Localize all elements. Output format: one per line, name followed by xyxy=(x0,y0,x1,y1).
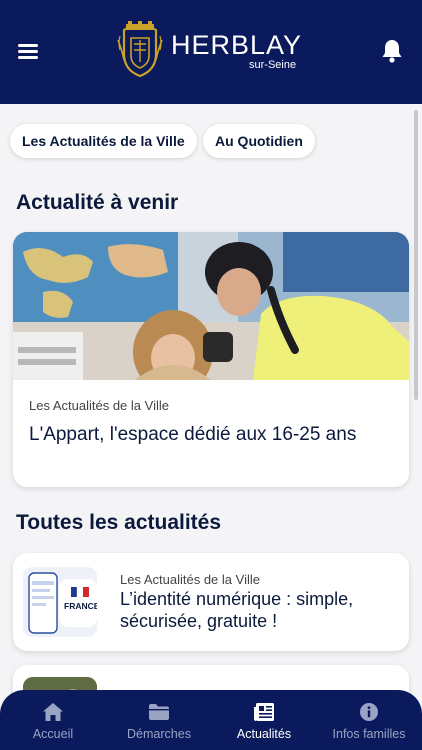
brand-name: HERBLAY xyxy=(171,30,303,60)
featured-news-card[interactable]: Les Actualités de la Ville L'Appart, l'e… xyxy=(13,232,409,487)
tab-label: Actualités xyxy=(236,727,292,741)
tab-demarches[interactable]: Démarches xyxy=(111,690,207,750)
news-title: L’identité numérique : simple, sécurisée… xyxy=(120,589,354,631)
tab-accueil[interactable]: Accueil xyxy=(14,690,92,750)
city-crest-logo xyxy=(117,21,163,78)
scrollbar[interactable] xyxy=(414,110,418,400)
city-logo[interactable]: HERBLAY sur-Seine xyxy=(116,16,316,80)
main-content[interactable]: Les Actualités de la Ville Au Quotidien … xyxy=(0,104,422,750)
tab-actualites[interactable]: Actualités xyxy=(222,690,306,750)
hamburger-menu-icon[interactable] xyxy=(18,42,40,60)
france-identite-thumbnail: FRANCE IDENTITÉ xyxy=(23,567,97,637)
news-category: Les Actualités de la Ville xyxy=(120,572,260,587)
news-thumbnail: FRANCE IDENTITÉ xyxy=(23,567,97,637)
brand-subtitle: sur-Seine xyxy=(249,59,297,71)
thumbnail-text: FRANCE IDENTITÉ xyxy=(64,601,97,611)
home-icon xyxy=(43,703,63,721)
chip-actualites-ville[interactable]: Les Actualités de la Ville xyxy=(10,124,197,158)
featured-news-image xyxy=(13,232,409,380)
section-title-all-news: Toutes les actualités xyxy=(16,511,222,534)
bell-icon[interactable] xyxy=(380,38,404,64)
chip-au-quotidien[interactable]: Au Quotidien xyxy=(203,124,315,158)
featured-news-title: L'Appart, l'espace dédié aux 16-25 ans xyxy=(29,424,357,445)
tab-label: Accueil xyxy=(32,727,74,741)
tab-label: Démarches xyxy=(127,727,191,741)
section-title-upcoming: Actualité à venir xyxy=(16,191,179,214)
bottom-tab-bar: Accueil Démarches Actualités Infos famil… xyxy=(0,690,422,750)
newspaper-icon xyxy=(254,703,274,721)
app-header: HERBLAY sur-Seine xyxy=(0,0,422,104)
featured-news-category: Les Actualités de la Ville xyxy=(29,398,169,413)
tab-infos-familles[interactable]: Infos familles xyxy=(322,690,416,750)
news-card[interactable]: FRANCE IDENTITÉ Les Actualités de la Vil… xyxy=(13,553,409,651)
info-icon xyxy=(360,703,378,721)
folder-icon xyxy=(149,704,169,720)
tab-label: Infos familles xyxy=(332,727,406,741)
